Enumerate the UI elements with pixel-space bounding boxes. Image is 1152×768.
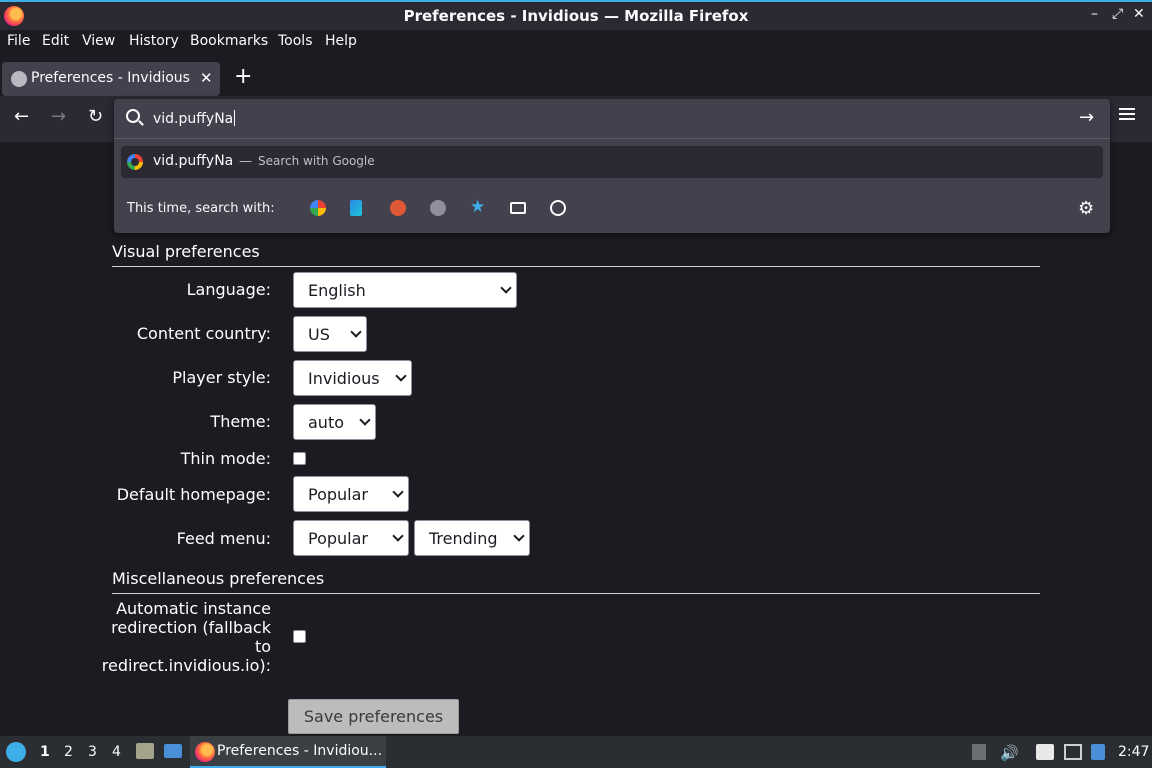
menu-view[interactable]: View: [82, 33, 115, 49]
language-value: English: [308, 281, 366, 300]
redirect-checkbox[interactable]: [293, 630, 306, 643]
task-title: Preferences - Invidiou...: [217, 743, 383, 759]
clock: 2:47: [1118, 744, 1150, 760]
feed-menu-select-1[interactable]: Popular: [293, 520, 409, 556]
player-style-value: Invidious: [308, 369, 380, 388]
save-preferences-button[interactable]: Save preferences: [288, 699, 459, 734]
feed-value-1: Popular: [308, 529, 368, 548]
thin-mode-label: Thin mode:: [180, 449, 271, 468]
theme-select[interactable]: auto: [293, 404, 376, 440]
chevron-down-icon: [513, 530, 525, 542]
system-taskbar: 1 2 3 4 Preferences - Invidiou... 🔊 2:47: [0, 736, 1152, 768]
clipboard-icon[interactable]: [1036, 744, 1054, 760]
tabs-icon[interactable]: [510, 202, 526, 214]
firefox-task-icon: [195, 742, 215, 762]
oneoff-search-label: This time, search with:: [127, 201, 275, 216]
taskbar-task-firefox[interactable]: Preferences - Invidiou...: [190, 736, 386, 768]
url-input[interactable]: vid.puffyNa →: [114, 99, 1110, 139]
divider: [112, 266, 1040, 267]
tab-preferences[interactable]: Preferences - Invidious ✕: [2, 62, 220, 96]
menu-file[interactable]: File: [7, 33, 30, 49]
redirect-label-line-1: Automatic instance: [116, 599, 271, 618]
default-homepage-select[interactable]: Popular: [293, 476, 409, 512]
feed-value-2: Trending: [429, 529, 498, 548]
homepage-value: Popular: [308, 485, 368, 504]
thin-mode-checkbox[interactable]: [293, 452, 306, 465]
player-style-label: Player style:: [172, 368, 271, 387]
window-titlebar: Preferences - Invidious — Mozilla Firefo…: [0, 0, 1152, 30]
chevron-down-icon: [359, 414, 371, 426]
content-country-label: Content country:: [136, 324, 271, 343]
default-homepage-label: Default homepage:: [116, 485, 271, 504]
theme-label: Theme:: [210, 412, 271, 431]
search-suggestion-row[interactable]: vid.puffyNa — Search with Google: [121, 146, 1103, 178]
menu-bookmarks[interactable]: Bookmarks: [190, 33, 268, 49]
google-engine-icon[interactable]: [310, 200, 326, 216]
redirect-label-line-3: to: [254, 637, 271, 656]
menubar: File Edit View History Bookmarks Tools H…: [0, 30, 1152, 54]
player-style-select[interactable]: Invidious: [293, 360, 412, 396]
workspace-4[interactable]: 4: [112, 744, 121, 760]
network-icon[interactable]: [1064, 744, 1082, 760]
chevron-down-icon: [350, 326, 362, 338]
language-label: Language:: [186, 280, 271, 299]
add-engine-icon[interactable]: [430, 200, 446, 216]
minimize-icon[interactable]: –: [1091, 6, 1098, 22]
misc-preferences-heading: Miscellaneous preferences: [112, 569, 325, 588]
tab-close-icon[interactable]: ✕: [200, 69, 213, 87]
content-country-select[interactable]: US: [293, 316, 367, 352]
invidious-favicon-icon: [11, 71, 27, 87]
workspace-2[interactable]: 2: [64, 744, 73, 760]
bing-engine-icon[interactable]: [350, 200, 362, 216]
back-icon[interactable]: ←: [14, 106, 29, 127]
window-title: Preferences - Invidious — Mozilla Firefo…: [403, 7, 749, 25]
settings-gear-icon[interactable]: ⚙: [1078, 198, 1094, 219]
feed-menu-select-2[interactable]: Trending: [414, 520, 530, 556]
suggestion-action: Search with Google: [258, 154, 375, 168]
forward-icon[interactable]: →: [51, 106, 66, 127]
chevron-down-icon: [500, 282, 512, 294]
visual-preferences-heading: Visual preferences: [112, 242, 260, 261]
notification-icon[interactable]: [1091, 744, 1105, 760]
tab-strip: Preferences - Invidious ✕: [0, 60, 1152, 96]
tray-updates-icon[interactable]: [972, 744, 986, 760]
start-menu-icon[interactable]: [6, 742, 26, 762]
new-tab-icon[interactable]: +: [234, 64, 252, 89]
suggestion-term: vid.puffyNa: [153, 153, 234, 169]
suggestion-separator: —: [239, 154, 252, 169]
feed-menu-label: Feed menu:: [176, 529, 271, 548]
search-icon: [126, 109, 140, 123]
volume-icon[interactable]: 🔊: [1000, 744, 1019, 762]
reload-icon[interactable]: ↻: [88, 106, 103, 127]
urlbar-dropdown: vid.puffyNa → vid.puffyNa — Search with …: [114, 99, 1110, 233]
redirect-label-line-2: redirection (fallback: [111, 618, 271, 637]
chevron-down-icon: [395, 370, 407, 382]
menu-edit[interactable]: Edit: [42, 33, 69, 49]
menu-help[interactable]: Help: [325, 33, 357, 49]
duckduckgo-engine-icon[interactable]: [390, 200, 406, 216]
maximize-icon[interactable]: ⤢: [1112, 6, 1123, 22]
redirect-label-line-4: redirect.invidious.io):: [101, 656, 271, 675]
country-value: US: [308, 325, 330, 344]
hamburger-menu-icon[interactable]: [1119, 108, 1135, 120]
bookmarks-star-icon[interactable]: ★: [470, 197, 486, 217]
show-desktop-icon[interactable]: [164, 744, 182, 758]
workspace-1[interactable]: 1: [40, 744, 50, 760]
chevron-down-icon: [392, 530, 404, 542]
theme-value: auto: [308, 413, 345, 432]
file-manager-icon[interactable]: [136, 743, 154, 759]
language-select[interactable]: English: [293, 272, 517, 308]
workspace-3[interactable]: 3: [88, 744, 97, 760]
google-icon: [127, 154, 143, 170]
chevron-down-icon: [392, 486, 404, 498]
menu-history[interactable]: History: [129, 33, 179, 49]
go-arrow-icon[interactable]: →: [1079, 107, 1094, 128]
close-icon[interactable]: ✕: [1133, 6, 1145, 22]
url-input-value[interactable]: vid.puffyNa: [153, 110, 236, 127]
history-clock-icon[interactable]: [550, 200, 566, 216]
tab-title: Preferences - Invidious: [31, 70, 190, 86]
divider: [112, 593, 1040, 594]
menu-tools[interactable]: Tools: [278, 33, 313, 49]
